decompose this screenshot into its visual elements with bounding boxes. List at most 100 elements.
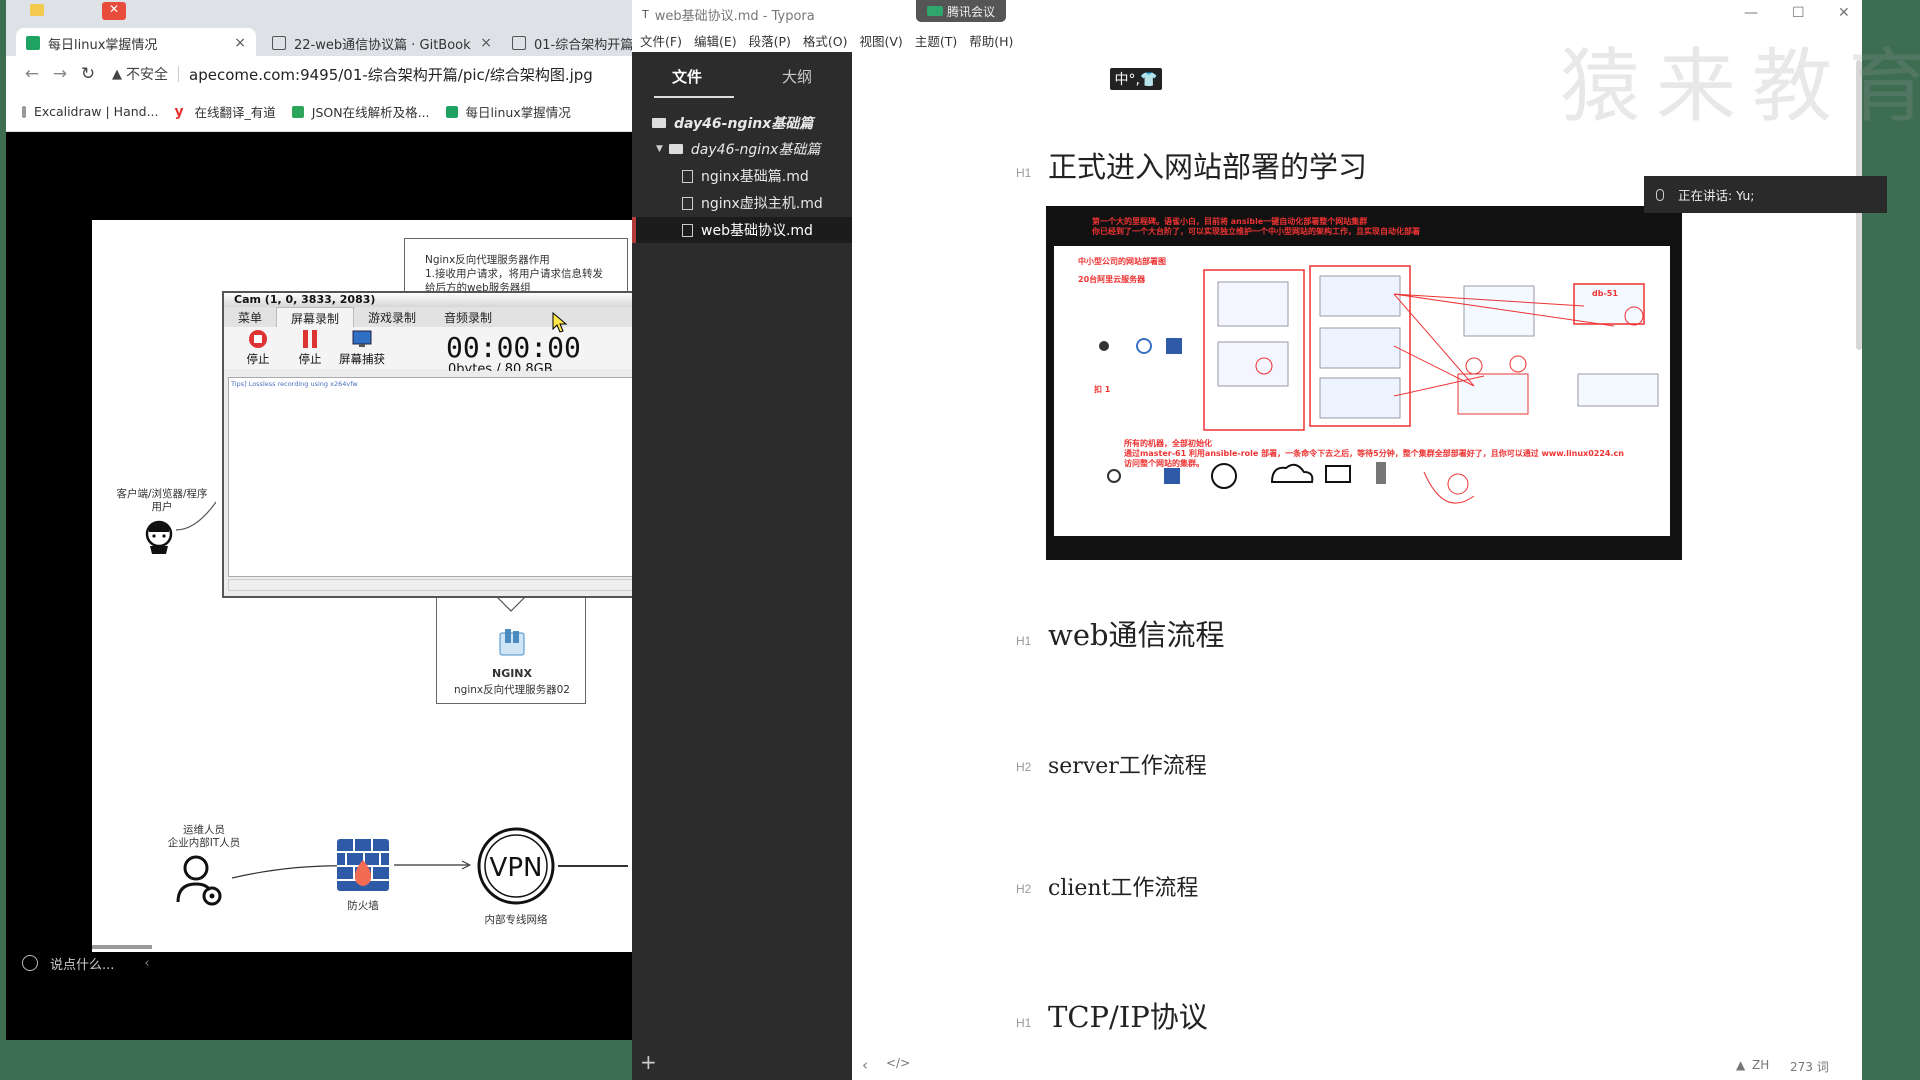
language-indicator[interactable]: ZH [1752, 1058, 1769, 1072]
url-field[interactable]: apecome.com:9495/01-综合架构开篇/pic/综合架构图.jpg [189, 64, 593, 85]
vpn-logo-text: VPN [490, 853, 543, 883]
arch-drawing: db-51 [1099, 265, 1659, 504]
back-arrow-icon[interactable]: ← [18, 64, 46, 84]
chat-input[interactable]: 说点什么... [50, 954, 114, 973]
insecure-label[interactable]: 不安全 [126, 64, 168, 84]
heading-client-flow[interactable]: H2 client工作流程 [1016, 870, 1199, 902]
json-icon [291, 105, 304, 118]
bookmark-linux-daily[interactable]: 每日linux掌握情况 [445, 102, 571, 121]
heading-text: client工作流程 [1048, 876, 1199, 901]
youdao-icon: y [174, 103, 184, 120]
scroll-thumb[interactable] [92, 945, 152, 949]
stop-record-button[interactable]: 停止 [232, 329, 284, 367]
tree-folder[interactable]: ▼ day46-nginx基础篇 [632, 136, 852, 162]
bookmark-excalidraw[interactable]: Excalidraw | Hand... [22, 104, 159, 119]
file-icon [682, 169, 693, 183]
heading-tag: H1 [1016, 166, 1032, 180]
word-count[interactable]: 273 词 [1790, 1058, 1829, 1075]
tab-gitbook[interactable]: 22-web通信协议篇 · GitBook × [262, 28, 502, 58]
heading-text: 正式进入网站部署的学习 [1048, 150, 1368, 184]
proxy-note-box: Nginx反向代理服务器作用 1.接收用户请求，将用户请求信息转发 给后方的we… [404, 238, 628, 294]
tree-root-folder[interactable]: day46-nginx基础篇 [632, 110, 852, 136]
cam-tab-game[interactable]: 游戏录制 [354, 307, 430, 327]
tool-label: 屏幕捕获 [339, 352, 385, 366]
folder-icon [652, 118, 666, 128]
recording-size: 0bytes / 80.8GB [448, 363, 553, 371]
tool-label: 停止 [298, 352, 322, 366]
reload-icon[interactable]: ↻ [74, 64, 102, 84]
minimize-icon[interactable]: — [1744, 5, 1758, 21]
close-icon[interactable]: ✕ [1838, 5, 1850, 21]
tab-architecture[interactable]: 01-综合架构开篇 - [502, 28, 632, 58]
pause-button[interactable]: 停止 [284, 329, 336, 367]
microphone-icon [1656, 188, 1664, 201]
architecture-diagram-image[interactable]: 第一个大的里程碑。语雀小白，目前将 ansible一键自动化部署整个网站集群 你… [1046, 206, 1682, 560]
caret-down-icon[interactable]: ▼ [656, 144, 663, 154]
chat-bar: 说点什么... ‹ [6, 948, 632, 978]
maximize-icon[interactable]: ☐ [1792, 5, 1805, 21]
recording-timer: 00:00:00 [446, 331, 581, 364]
heading-server-flow[interactable]: H2 server工作流程 [1016, 748, 1207, 780]
app-badge-icon[interactable]: ✕ [102, 2, 126, 20]
heading-tag: H2 [1016, 882, 1032, 896]
emoji-icon[interactable] [22, 955, 38, 971]
heading-text: TCP/IP协议 [1048, 1000, 1208, 1034]
heading-deploy[interactable]: H1 正式进入网站部署的学习 [1016, 144, 1368, 186]
menu-help[interactable]: 帮助(H) [969, 31, 1013, 50]
heading-text: server工作流程 [1048, 754, 1207, 779]
heading-web-flow[interactable]: H1 web通信流程 [1016, 612, 1225, 654]
bookmarks-bar: Excalidraw | Hand... y 在线翻译_有道 JSON在线解析及格… [6, 92, 632, 132]
ime-indicator[interactable]: 中°,👕 [1110, 68, 1162, 90]
menu-edit[interactable]: 编辑(E) [694, 31, 737, 50]
cam-tab-screen[interactable]: 屏幕录制 [276, 307, 355, 327]
sheet-icon [26, 36, 40, 50]
watermark-logo: 猿来教育 [1560, 40, 1920, 133]
menu-view[interactable]: 视图(V) [860, 31, 903, 50]
source-code-icon[interactable]: </> [886, 1056, 910, 1070]
bookmark-json[interactable]: JSON在线解析及格... [291, 102, 430, 121]
ops-label: 运维人员 企业内部IT人员 [144, 824, 264, 850]
tree-file[interactable]: nginx基础篇.md [632, 163, 852, 189]
cam-tab-menu[interactable]: 菜单 [224, 307, 276, 327]
tree-label: nginx虚拟主机.md [701, 196, 823, 212]
chevron-left-icon[interactable]: ‹ [862, 1056, 868, 1074]
chevron-left-icon[interactable]: ‹ [144, 956, 149, 971]
nginx-logo-text: NGINX [491, 667, 532, 680]
pause-icon [303, 330, 317, 348]
tab-close-icon[interactable]: × [472, 35, 492, 51]
heading-tcpip[interactable]: H1 TCP/IP协议 [1016, 994, 1208, 1036]
add-file-icon[interactable]: + [640, 1050, 657, 1074]
menu-format[interactable]: 格式(O) [803, 31, 848, 50]
proxy-note-line: Nginx反向代理服务器作用 [425, 254, 550, 266]
typora-window: T web基础协议.md - Typora — ☐ ✕ 文件(F) 编辑(E) … [632, 0, 1862, 1080]
tab-underline [654, 96, 734, 98]
admin-gear-icon [176, 855, 222, 906]
tab-outline[interactable]: 大纲 [742, 52, 852, 104]
folder-icon[interactable] [30, 4, 44, 16]
book-icon [512, 36, 526, 50]
tree-file-selected[interactable]: web基础协议.md [632, 217, 852, 243]
sheet-icon [445, 105, 458, 118]
divider [178, 66, 179, 82]
vpn-label: 内部专线网络 [484, 914, 548, 926]
bookmark-youdao[interactable]: y 在线翻译_有道 [175, 102, 276, 121]
browser-tabstrip: ✕ 每日linux掌握情况 × 22-web通信协议篇 · GitBook × … [6, 0, 632, 58]
tab-close-icon[interactable]: × [226, 35, 246, 51]
warning-icon[interactable]: ▲ [112, 67, 122, 82]
tab-linux-daily[interactable]: 每日linux掌握情况 × [16, 28, 256, 58]
warning-icon[interactable]: ▲ [1736, 1058, 1745, 1072]
tab-label: 22-web通信协议篇 · GitBook [294, 37, 471, 53]
forward-arrow-icon[interactable]: → [46, 64, 74, 84]
user-icon [145, 520, 173, 554]
cam-tab-audio[interactable]: 音频录制 [430, 307, 506, 327]
tree-label: web基础协议.md [701, 223, 813, 239]
tool-label: 停止 [246, 352, 270, 366]
screen-capture-button[interactable]: 屏幕捕获 [336, 329, 388, 367]
sidebar-tabs: 文件 大纲 [632, 52, 852, 104]
menu-paragraph[interactable]: 段落(P) [749, 31, 791, 50]
menu-theme[interactable]: 主题(T) [915, 31, 957, 50]
tree-file[interactable]: nginx虚拟主机.md [632, 190, 852, 216]
meeting-badge[interactable]: 腾讯会议 [916, 0, 1006, 22]
db-label: db-51 [1592, 289, 1618, 298]
menu-file[interactable]: 文件(F) [640, 31, 682, 50]
